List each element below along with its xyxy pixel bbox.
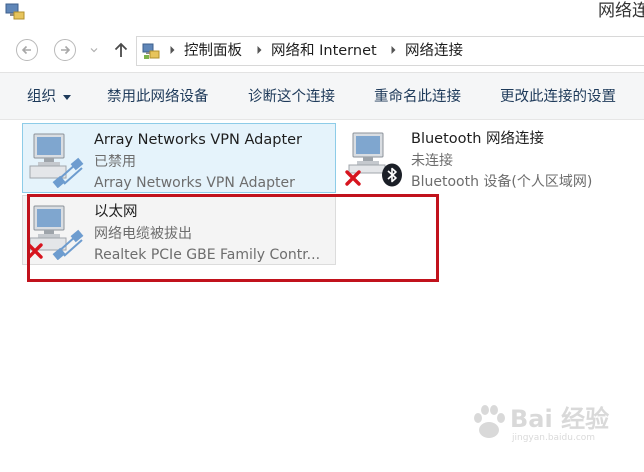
- watermark-text: Bai 经验: [510, 405, 610, 433]
- breadcrumb-separator-icon[interactable]: [256, 45, 264, 55]
- breadcrumb-separator-icon[interactable]: [390, 45, 398, 55]
- connection-device: Bluetooth 设备(个人区域网): [411, 174, 593, 190]
- change-settings-button[interactable]: 更改此连接的设置: [500, 87, 616, 107]
- connection-device: Array Networks VPN Adapter: [94, 175, 295, 191]
- window-title: 网络连: [598, 1, 644, 21]
- connection-name: Bluetooth 网络连接: [411, 131, 544, 147]
- recent-locations-chevron-icon[interactable]: [90, 46, 98, 54]
- breadcrumb-network-internet[interactable]: 网络和 Internet: [271, 41, 377, 61]
- arrow-left-icon: [21, 45, 31, 55]
- up-arrow-icon[interactable]: [111, 40, 131, 60]
- error-x-icon: [27, 243, 43, 259]
- connection-device: Realtek PCIe GBE Family Contr...: [94, 247, 321, 263]
- connection-status: 已禁用: [94, 154, 136, 170]
- back-button[interactable]: [16, 39, 38, 61]
- breadcrumb-control-panel[interactable]: 控制面板: [184, 41, 242, 61]
- diagnose-connection-button[interactable]: 诊断这个连接: [248, 87, 335, 107]
- watermark: Bai 经验 jingyan.baidu.com: [470, 398, 620, 450]
- connection-status: 未连接: [411, 153, 453, 169]
- connection-item-ethernet[interactable]: 以太网 网络电缆被拔出 Realtek PCIe GBE Family Cont…: [22, 195, 336, 265]
- forward-button[interactable]: [54, 39, 76, 61]
- dropdown-arrow-icon[interactable]: [63, 95, 71, 100]
- error-x-icon: [345, 170, 361, 186]
- watermark-url: jingyan.baidu.com: [512, 433, 596, 443]
- breadcrumb-separator-icon[interactable]: [169, 45, 177, 55]
- command-bar: 组织 禁用此网络设备 诊断这个连接 重命名此连接 更改此连接的设置: [0, 73, 644, 120]
- bluetooth-icon: [382, 163, 402, 187]
- rename-connection-button[interactable]: 重命名此连接: [374, 87, 461, 107]
- connection-name: Array Networks VPN Adapter: [94, 132, 303, 148]
- organize-button[interactable]: 组织: [27, 87, 56, 107]
- connection-name: 以太网: [94, 204, 138, 220]
- arrow-right-icon: [61, 45, 71, 55]
- connection-item-array-vpn[interactable]: Array Networks VPN Adapter 已禁用 Array Net…: [22, 123, 336, 193]
- title-bar: 网络连: [0, 0, 644, 30]
- connection-item-bluetooth[interactable]: Bluetooth 网络连接 未连接 Bluetooth 设备(个人区域网): [340, 123, 640, 193]
- connection-status: 网络电缆被拔出: [94, 226, 192, 242]
- network-connections-app-icon: [5, 3, 25, 20]
- network-adapter-icon: [29, 133, 84, 188]
- paw-logo-icon: [474, 405, 505, 438]
- breadcrumb-network-connections[interactable]: 网络连接: [405, 41, 463, 61]
- address-bar[interactable]: 控制面板 网络和 Internet 网络连接: [136, 36, 644, 66]
- control-panel-icon: [142, 43, 160, 59]
- disable-device-button[interactable]: 禁用此网络设备: [107, 87, 209, 107]
- navigation-bar: 控制面板 网络和 Internet 网络连接: [0, 30, 644, 73]
